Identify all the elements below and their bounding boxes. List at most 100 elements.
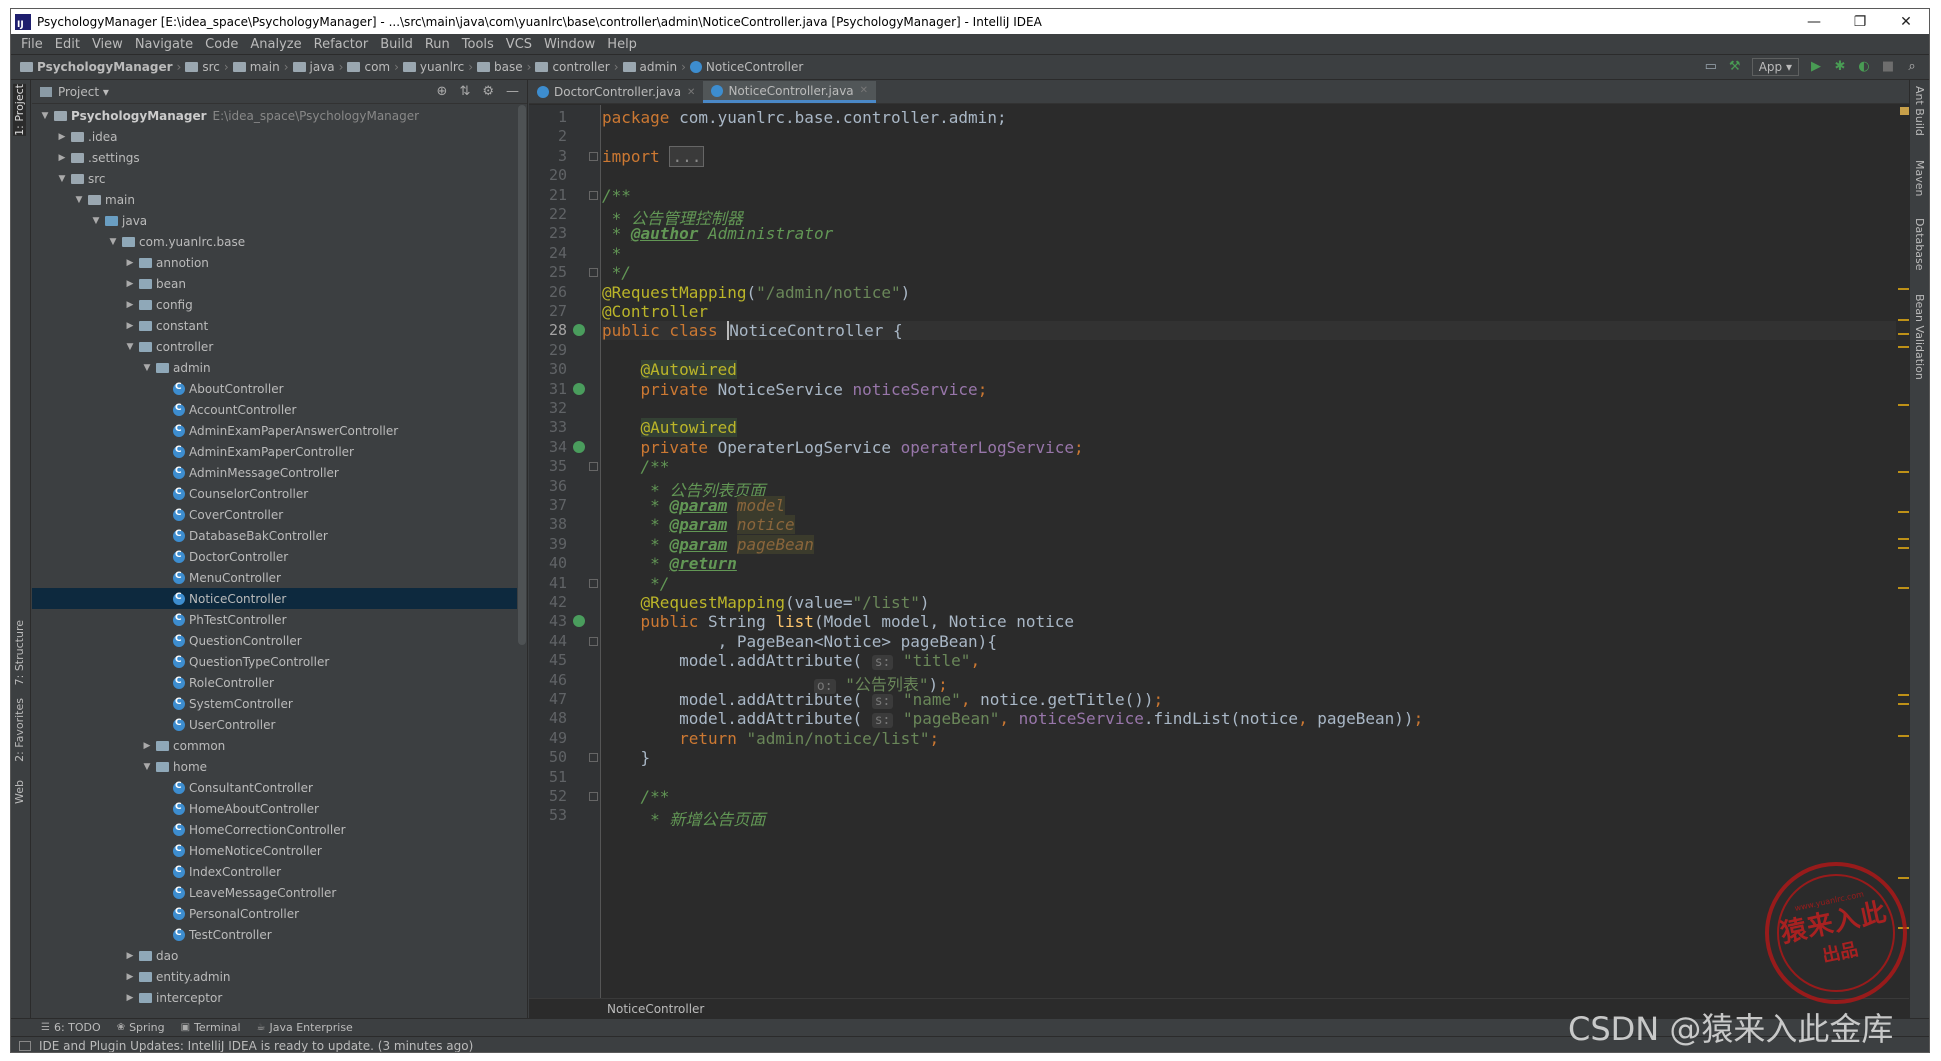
tree-class-item[interactable]: AdminExamPaperAnswerController	[32, 420, 517, 441]
warning-stripe-mark[interactable]	[1898, 404, 1909, 407]
code-line[interactable]: * 公告列表页面	[602, 477, 1910, 500]
tree-class-item[interactable]: AdminExamPaperController	[32, 441, 517, 462]
tree-folder-item[interactable]: ▶ interceptor	[32, 987, 517, 1008]
tree-class-item[interactable]: UserController	[32, 714, 517, 735]
warning-stripe-mark[interactable]	[1898, 471, 1909, 474]
code-line[interactable]: public class NoticeController {	[602, 321, 1910, 341]
tree-folder-item[interactable]: ▶ .settings	[32, 147, 517, 168]
tree-class-item[interactable]: PersonalController	[32, 903, 517, 924]
code-line[interactable]: @Autowired	[602, 418, 1910, 438]
tree-folder-item[interactable]: ▶ entity.admin	[32, 966, 517, 987]
nav-crumb[interactable]: NoticeController	[687, 60, 806, 74]
menu-item-file[interactable]: File	[15, 37, 49, 52]
collapse-all-icon[interactable]: ⇅	[459, 84, 470, 99]
nav-crumb[interactable]: PsychologyManager	[17, 60, 176, 74]
warning-stripe-mark[interactable]	[1898, 288, 1909, 291]
collapsed-arrow-icon[interactable]: ▶	[123, 972, 137, 982]
editor-tab[interactable]: NoticeController.java ✕	[703, 81, 877, 103]
code-line[interactable]: * @param notice	[602, 515, 1910, 535]
tree-class-item[interactable]: AdminMessageController	[32, 462, 517, 483]
code-line[interactable]: */	[602, 263, 1910, 282]
editor-tab[interactable]: DoctorController.java ✕	[529, 81, 703, 103]
hide-icon[interactable]: —	[506, 84, 519, 99]
collapsed-arrow-icon[interactable]: ▶	[55, 153, 69, 163]
warning-stripe-mark[interactable]	[1898, 694, 1909, 697]
tool-tab-bean-validation[interactable]: Bean Validation	[1913, 294, 1926, 380]
tree-class-item[interactable]: NoticeController	[32, 588, 517, 609]
tree-class-item[interactable]: HomeCorrectionController	[32, 819, 517, 840]
fold-marker-icon[interactable]	[589, 151, 598, 161]
expanded-arrow-icon[interactable]: ▼	[38, 111, 52, 121]
collapsed-arrow-icon[interactable]: ▶	[55, 132, 69, 142]
bottom-tool-tab[interactable]: ▣ Terminal	[181, 1021, 241, 1034]
project-structure-icon[interactable]: ▭	[1704, 60, 1718, 74]
collapsed-arrow-icon[interactable]: ▶	[123, 279, 137, 289]
warning-stripe-mark[interactable]	[1898, 332, 1909, 335]
code-line[interactable]: /**	[602, 186, 1910, 205]
tree-folder-item[interactable]: ▶ common	[32, 735, 517, 756]
code-line[interactable]: package com.yuanlrc.base.controller.admi…	[602, 108, 1910, 127]
spring-bean-gutter-icon[interactable]	[573, 382, 585, 395]
tree-folder-item[interactable]: ▶ constant	[32, 315, 517, 336]
tree-folder-item[interactable]: ▶ config	[32, 294, 517, 315]
menu-item-refactor[interactable]: Refactor	[308, 37, 375, 52]
tree-folder-item[interactable]: ▶ bean	[32, 273, 517, 294]
code-line[interactable]: @RequestMapping(value="/list")	[602, 593, 1910, 612]
code-line[interactable]: private OperaterLogService operaterLogSe…	[602, 438, 1910, 457]
collapsed-arrow-icon[interactable]: ▶	[140, 741, 154, 751]
tree-class-item[interactable]: CounselorController	[32, 483, 517, 504]
code-line[interactable]: @Controller	[602, 302, 1910, 321]
project-scrollbar[interactable]	[518, 105, 526, 645]
code-line[interactable]: import ...	[602, 145, 1910, 167]
spring-bean-gutter-icon[interactable]	[573, 324, 585, 337]
coverage-icon[interactable]: ◐	[1857, 60, 1871, 74]
tree-folder-item[interactable]: ▼ main	[32, 189, 517, 210]
warning-stripe-mark[interactable]	[1898, 538, 1909, 541]
code-line[interactable]: /**	[602, 457, 1910, 476]
nav-crumb[interactable]: src	[182, 60, 223, 74]
expanded-arrow-icon[interactable]: ▼	[89, 216, 103, 226]
code-line[interactable]: /**	[602, 787, 1910, 806]
nav-crumb[interactable]: controller	[532, 60, 612, 74]
tool-tab-database[interactable]: Database	[1913, 218, 1926, 271]
collapsed-arrow-icon[interactable]: ▶	[123, 300, 137, 310]
gear-icon[interactable]: ⚙	[482, 84, 494, 99]
tree-folder-item[interactable]: ▼ admin	[32, 357, 517, 378]
code-line[interactable]	[602, 127, 1910, 146]
code-line[interactable]: }	[602, 748, 1910, 767]
fold-marker-icon[interactable]	[589, 753, 598, 763]
warning-stripe-mark[interactable]	[1898, 319, 1909, 322]
warning-stripe-mark[interactable]	[1898, 703, 1909, 706]
tool-tab-project[interactable]: 1: Project	[13, 84, 26, 136]
collapsed-arrow-icon[interactable]: ▶	[123, 993, 137, 1003]
code-line[interactable]	[602, 341, 1910, 360]
code-line[interactable]: * @param pageBean	[602, 534, 1910, 554]
code-line[interactable]	[602, 768, 1910, 787]
close-tab-icon[interactable]: ✕	[687, 87, 695, 98]
nav-crumb[interactable]: admin	[620, 60, 681, 74]
tree-class-item[interactable]: ConsultantController	[32, 777, 517, 798]
nav-crumb[interactable]: java	[290, 60, 338, 74]
tool-tab-web[interactable]: Web	[13, 780, 26, 804]
expanded-arrow-icon[interactable]: ▼	[140, 363, 154, 373]
fold-marker-icon[interactable]	[589, 636, 598, 646]
fold-marker-icon[interactable]	[589, 190, 598, 200]
tree-class-item[interactable]: AccountController	[32, 399, 517, 420]
menu-item-build[interactable]: Build	[374, 37, 419, 52]
code-line[interactable]: * 新增公告页面	[602, 806, 1910, 829]
code-line[interactable]: @RequestMapping("/admin/notice")	[602, 283, 1910, 302]
expanded-arrow-icon[interactable]: ▼	[55, 174, 69, 184]
tree-folder-item[interactable]: ▼ controller	[32, 336, 517, 357]
status-message[interactable]: IDE and Plugin Updates: IntelliJ IDEA is…	[39, 1039, 473, 1053]
tree-folder-item[interactable]: ▶ dao	[32, 945, 517, 966]
nav-crumb[interactable]: base	[474, 60, 526, 74]
stop-icon[interactable]: ■	[1881, 60, 1895, 74]
run-config-select[interactable]: App ▾	[1751, 58, 1799, 76]
fold-marker-icon[interactable]	[589, 268, 598, 278]
warning-stripe-mark[interactable]	[1898, 734, 1909, 737]
code-line[interactable]: model.addAttribute( s: "pageBean", notic…	[602, 709, 1910, 729]
tree-class-item[interactable]: HomeAboutController	[32, 798, 517, 819]
expanded-arrow-icon[interactable]: ▼	[72, 195, 86, 205]
tree-folder-item[interactable]: ▼ home	[32, 756, 517, 777]
tree-class-item[interactable]: HomeNoticeController	[32, 840, 517, 861]
